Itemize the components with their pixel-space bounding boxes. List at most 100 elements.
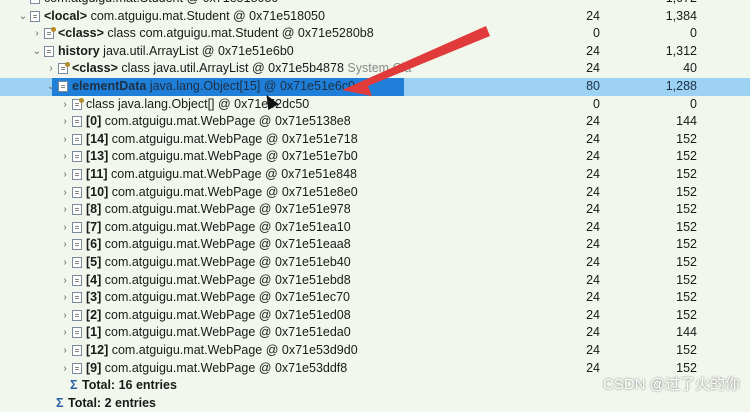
- tree-row[interactable]: › [12] com.atguigu.mat.WebPage @ 0x71e53d…: [0, 342, 750, 360]
- tree-row[interactable]: › <class> class com.atguigu.mat.Student @…: [0, 25, 750, 43]
- expand-chevron-icon[interactable]: ›: [60, 254, 70, 272]
- class-icon: [72, 97, 84, 110]
- expand-chevron-icon[interactable]: ›: [60, 184, 70, 202]
- object-field-icon: [72, 169, 82, 180]
- field-name: Total: 2 entries: [68, 395, 156, 410]
- field-name: <local>: [44, 8, 88, 23]
- tree-row[interactable]: › [6] com.atguigu.mat.WebPage @ 0x71e51ea…: [0, 236, 750, 254]
- tree-row[interactable]: › <class> class java.util.ArrayList @ 0x7…: [0, 60, 750, 78]
- expand-chevron-icon[interactable]: ›: [60, 113, 70, 131]
- object-reference: class com.atguigu.mat.Student @ 0x71e528…: [103, 26, 374, 41]
- expand-chevron-icon[interactable]: ›: [32, 25, 42, 43]
- expand-chevron-icon[interactable]: ›: [60, 131, 70, 149]
- shallow-heap-value: 24: [586, 237, 600, 252]
- field-name: [0]: [86, 114, 102, 129]
- collapse-chevron-icon[interactable]: ⌄: [46, 78, 56, 96]
- tree-row[interactable]: › [3] com.atguigu.mat.WebPage @ 0x71e51ec…: [0, 289, 750, 307]
- tree-row[interactable]: › [10] com.atguigu.mat.WebPage @ 0x71e51e…: [0, 184, 750, 202]
- object-reference: class java.util.ArrayList @ 0x71e5b4878: [117, 61, 344, 76]
- tree-row-label: <local> com.atguigu.mat.Student @ 0x71e5…: [44, 8, 325, 26]
- tree-row[interactable]: Σ Total: 2 entries: [0, 395, 750, 412]
- object-field-icon: [72, 116, 82, 128]
- field-name: Total: 16 entries: [82, 378, 177, 393]
- retained-heap-value: 40: [683, 61, 697, 76]
- object-field-icon: [72, 204, 82, 216]
- field-name: <class>: [58, 26, 104, 41]
- tree-row-label: com.atguigu.mat.Student @ 0x71e518050: [44, 0, 278, 8]
- expand-chevron-icon[interactable]: ›: [60, 307, 70, 325]
- field-name: [5]: [86, 255, 102, 269]
- object-field-icon: [44, 45, 54, 57]
- tree-row-label: [2] com.atguigu.mat.WebPage @ 0x71e51ed0…: [86, 307, 351, 325]
- tree-row-label: Total: 16 entries: [82, 377, 177, 395]
- tree-row[interactable]: › [14] com.atguigu.mat.WebPage @ 0x71e51e…: [0, 131, 750, 149]
- retained-heap-value: 0: [690, 96, 697, 111]
- expand-chevron-icon[interactable]: ›: [60, 289, 70, 307]
- retained-heap-value: 152: [676, 307, 697, 322]
- tree-row[interactable]: ⌄ <local> com.atguigu.mat.Student @ 0x71e…: [0, 8, 750, 26]
- tree-row[interactable]: › [4] com.atguigu.mat.WebPage @ 0x71e51eb…: [0, 272, 750, 290]
- tree-row[interactable]: › [2] com.atguigu.mat.WebPage @ 0x71e51ed…: [0, 307, 750, 325]
- shallow-heap-value: 24: [586, 219, 600, 234]
- expand-chevron-icon[interactable]: ›: [60, 219, 70, 237]
- tree-row[interactable]: com.atguigu.mat.Student @ 0x71e518050 1,0…: [0, 0, 750, 8]
- expand-chevron-icon[interactable]: ›: [60, 148, 70, 166]
- field-name: [11]: [86, 167, 108, 181]
- shallow-heap-value: 0: [593, 26, 600, 41]
- tree-row[interactable]: › [13] com.atguigu.mat.WebPage @ 0x71e51e…: [0, 148, 750, 166]
- watermark: CSDN @过了火的你: [603, 376, 740, 393]
- shallow-heap-value: 80: [586, 79, 600, 93]
- field-name: elementData: [72, 79, 147, 93]
- shallow-heap-value: 24: [586, 272, 600, 287]
- expand-chevron-icon[interactable]: ›: [60, 201, 70, 219]
- shallow-heap-value: 24: [586, 184, 600, 199]
- tree-row-label: [5] com.atguigu.mat.WebPage @ 0x71e51eb4…: [86, 254, 351, 272]
- object-reference: com.atguigu.mat.WebPage @ 0x71e51ea10: [101, 219, 351, 234]
- object-reference: com.atguigu.mat.WebPage @ 0x71e51eaa8: [101, 237, 351, 252]
- tree-row[interactable]: › [1] com.atguigu.mat.WebPage @ 0x71e51ed…: [0, 324, 750, 342]
- retained-heap-value: 152: [676, 219, 697, 234]
- tree-row-label: [12] com.atguigu.mat.WebPage @ 0x71e53d9…: [86, 342, 358, 360]
- object-reference: com.atguigu.mat.WebPage @ 0x71e51e848: [107, 167, 357, 181]
- expand-chevron-icon[interactable]: ›: [60, 272, 70, 290]
- tree-row[interactable]: › [5] com.atguigu.mat.WebPage @ 0x71e51eb…: [0, 254, 750, 272]
- expand-chevron-icon[interactable]: ›: [60, 342, 70, 360]
- expand-chevron-icon[interactable]: ›: [60, 166, 70, 184]
- collapse-chevron-icon[interactable]: ⌄: [32, 43, 42, 61]
- expand-chevron-icon[interactable]: ›: [46, 60, 56, 78]
- field-name: [10]: [86, 184, 109, 199]
- tree-row-selected[interactable]: ⌄ elementData java.lang.Object[15] @ 0x71…: [0, 78, 750, 96]
- tree-row[interactable]: ⌄ history java.util.ArrayList @ 0x71e51e6…: [0, 43, 750, 61]
- retained-heap-value: 152: [676, 184, 697, 199]
- tree-row-label: [1] com.atguigu.mat.WebPage @ 0x71e51eda…: [86, 324, 351, 342]
- tree-row-label: elementData java.lang.Object[15] @ 0x71e…: [72, 78, 355, 96]
- shallow-heap-value: 24: [586, 167, 600, 181]
- object-reference: com.atguigu.mat.Student @ 0x71e518050: [87, 8, 325, 23]
- retained-heap-value: 152: [676, 202, 697, 217]
- retained-heap-value: 152: [676, 131, 697, 146]
- field-name: [9]: [86, 360, 102, 375]
- tree-row[interactable]: › [7] com.atguigu.mat.WebPage @ 0x71e51ea…: [0, 219, 750, 237]
- object-field-icon: [72, 362, 82, 374]
- retained-heap-value: 144: [676, 114, 697, 129]
- object-field-icon: [72, 151, 82, 163]
- object-reference: java.util.ArrayList @ 0x71e51e6b0: [99, 43, 294, 58]
- tree-row[interactable]: › class java.lang.Object[] @ 0x71e52dc50 0…: [0, 96, 750, 114]
- object-tree[interactable]: com.atguigu.mat.Student @ 0x71e518050 1,0…: [0, 0, 750, 410]
- retained-heap-value: 152: [676, 237, 697, 252]
- field-name: [1]: [86, 325, 102, 340]
- expand-chevron-icon[interactable]: ›: [60, 236, 70, 254]
- field-name: <class>: [72, 61, 118, 76]
- expand-chevron-icon[interactable]: ›: [60, 360, 70, 378]
- collapse-chevron-icon[interactable]: ⌄: [18, 8, 28, 26]
- tree-row[interactable]: › [8] com.atguigu.mat.WebPage @ 0x71e51e9…: [0, 201, 750, 219]
- tree-row-label: <class> class java.util.ArrayList @ 0x71…: [72, 60, 411, 78]
- tree-row-label: [3] com.atguigu.mat.WebPage @ 0x71e51ec7…: [86, 289, 350, 307]
- expand-chevron-icon[interactable]: ›: [60, 96, 70, 114]
- tree-row[interactable]: › [11] com.atguigu.mat.WebPage @ 0x71e51e…: [0, 166, 750, 184]
- expand-chevron-icon[interactable]: ›: [60, 324, 70, 342]
- tree-row[interactable]: › [0] com.atguigu.mat.WebPage @ 0x71e5138…: [0, 113, 750, 131]
- tree-row-label: [8] com.atguigu.mat.WebPage @ 0x71e51e97…: [86, 201, 351, 219]
- object-field-icon: [72, 274, 82, 286]
- retained-heap-value: 152: [676, 272, 697, 287]
